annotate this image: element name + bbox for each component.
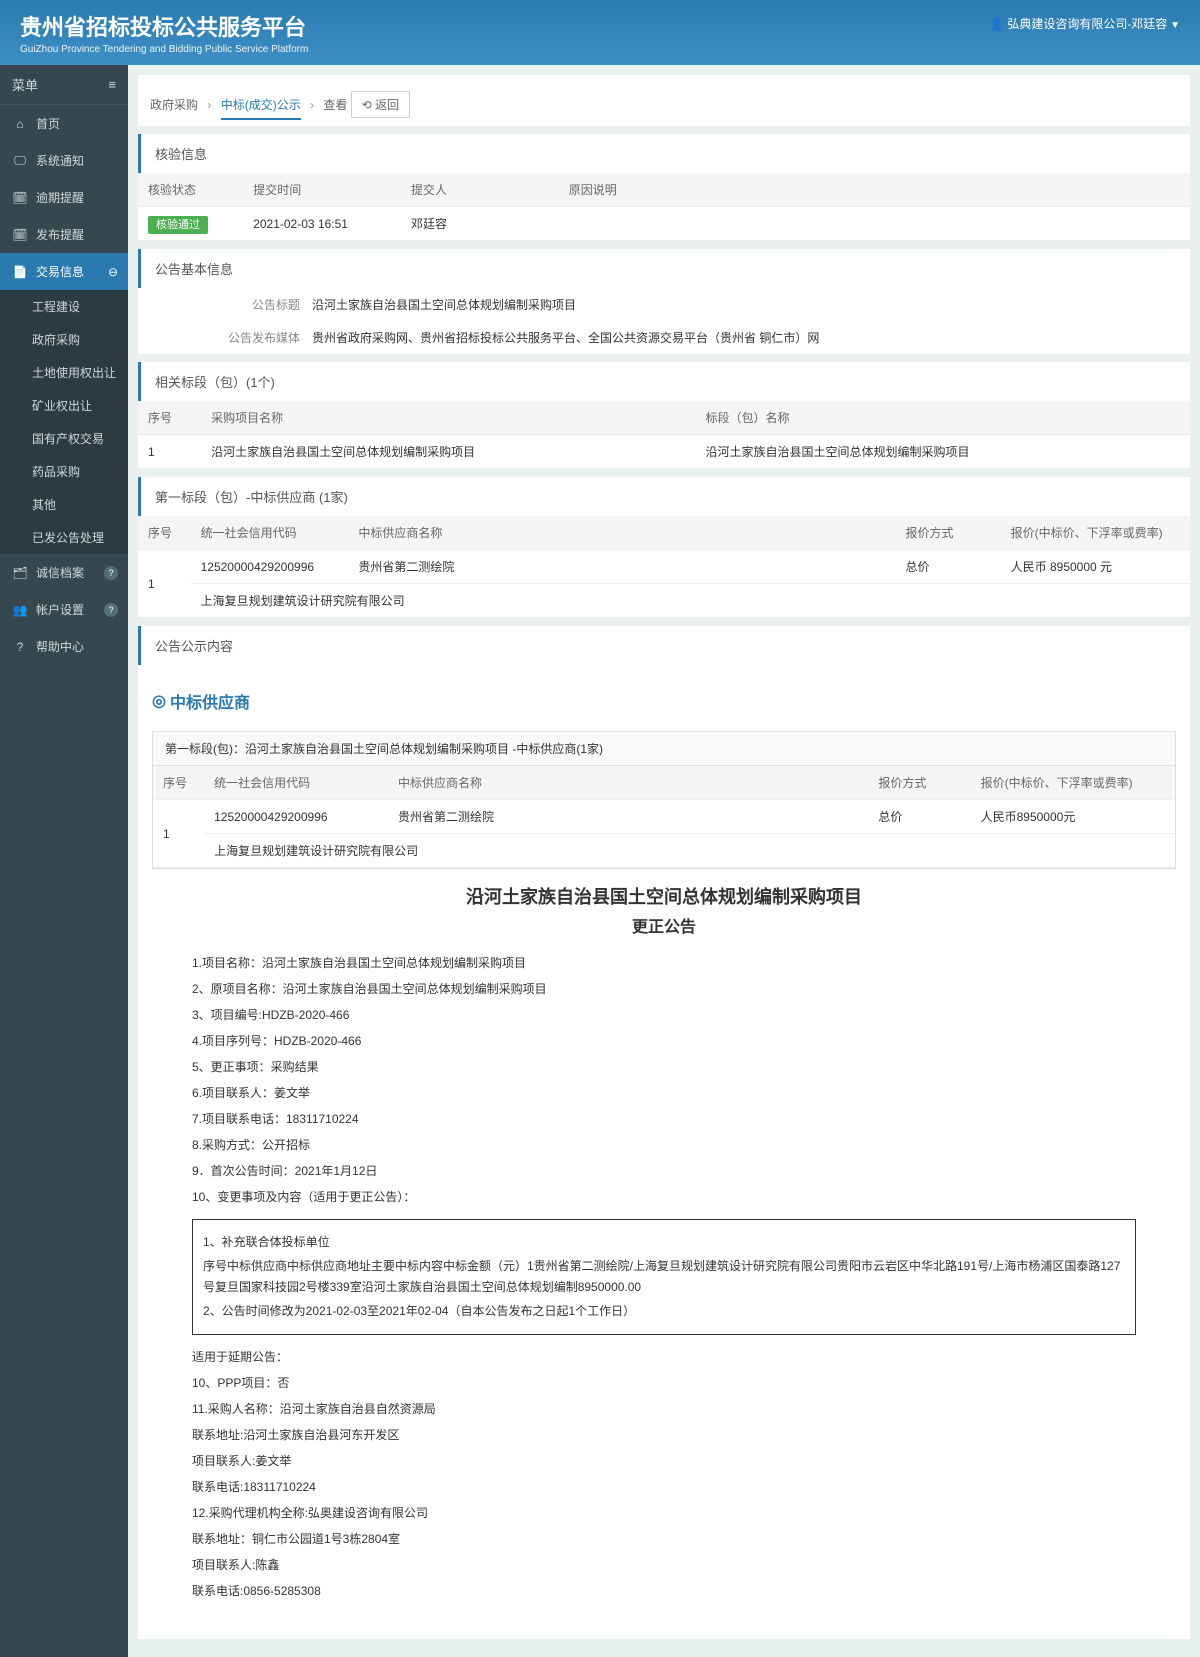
sidebar-item[interactable]: 🗂诚信档案? <box>0 554 128 591</box>
basic-title: 公告基本信息 <box>138 249 1190 288</box>
submenu-item[interactable]: 政府采购 <box>0 323 128 356</box>
menu-icon: 🗂 <box>12 566 28 580</box>
menu-label: 菜单 <box>12 75 38 94</box>
winner-heading: 中标供应商 <box>152 679 1176 723</box>
main-content: 政府采购 › 中标(成交)公示 › 查看 ⟲ 返回 核验信息 核验状态 提交时间… <box>128 65 1200 1657</box>
sidebar-item[interactable]: 🗓逾期提醒 <box>0 179 128 216</box>
sidebar-item[interactable]: 👥帐户设置? <box>0 591 128 628</box>
menu-icon: 🖵 <box>12 153 28 168</box>
submenu-item[interactable]: 工程建设 <box>0 290 128 323</box>
app-subtitle: GuiZhou Province Tendering and Bidding P… <box>20 44 308 55</box>
menu-icon: 👥 <box>12 603 28 617</box>
sidebar-item[interactable]: 🗓发布提醒 <box>0 216 128 253</box>
back-button[interactable]: ⟲ 返回 <box>351 91 410 118</box>
doc-body: 1.项目名称：沿河土家族自治县国土空间总体规划编制采购项目2、原项目名称：沿河土… <box>152 951 1176 1625</box>
crumb-3[interactable]: 查看 <box>323 98 347 112</box>
doc-subtitle: 更正公告 <box>152 913 1176 937</box>
submenu-item[interactable]: 国有产权交易 <box>0 422 128 455</box>
submenu-item[interactable]: 其他 <box>0 488 128 521</box>
submenu-item[interactable]: 已发公告处理 <box>0 521 128 554</box>
user-menu[interactable]: 弘典建设咨询有限公司-邓廷容 <box>989 10 1180 32</box>
status-badge: 核验通过 <box>148 216 208 234</box>
crumb-1[interactable]: 政府采购 <box>150 98 198 112</box>
related-table: 序号 采购项目名称 标段（包）名称 1 沿河土家族自治县国土空间总体规划编制采购… <box>138 401 1190 469</box>
doc-title: 沿河土家族自治县国土空间总体规划编制采购项目 <box>152 883 1176 909</box>
submenu-item[interactable]: 矿业权出让 <box>0 389 128 422</box>
app-title: 贵州省招标投标公共服务平台 <box>20 10 308 42</box>
breadcrumb: 政府采购 › 中标(成交)公示 › 查看 ⟲ 返回 <box>138 75 1190 126</box>
menu-icon: ⌂ <box>12 117 28 131</box>
sidebar-item[interactable]: 📄交易信息⊖ <box>0 253 128 290</box>
sidebar-item[interactable]: 🖵系统通知 <box>0 142 128 179</box>
change-box: 1、补充联合体投标单位 序号中标供应商中标供应商地址主要中标内容中标金额（元）1… <box>192 1219 1136 1335</box>
related-title: 相关标段（包）(1个) <box>138 362 1190 401</box>
menu-icon: ? <box>12 640 28 654</box>
winner1-title: 第一标段（包）-中标供应商 (1家) <box>138 477 1190 516</box>
menu-icon: 🗓 <box>12 228 28 242</box>
verify-table: 核验状态 提交时间 提交人 原因说明 核验通过 2021-02-03 16:51… <box>138 173 1190 241</box>
winner-table-1: 序号 统一社会信用代码 中标供应商名称 报价方式 报价(中标价、下浮率或费率) … <box>138 516 1190 618</box>
sidebar-item[interactable]: ⌂首页 <box>0 105 128 142</box>
hamburger-icon[interactable]: ≡ <box>108 77 116 92</box>
help-badge: ? <box>104 603 118 617</box>
winner-table-2: 序号 统一社会信用代码 中标供应商名称 报价方式 报价(中标价、下浮率或费率) … <box>153 766 1175 868</box>
sidebar: 菜单 ≡ ⌂首页🖵系统通知🗓逾期提醒🗓发布提醒📄交易信息⊖ 工程建设政府采购土地… <box>0 65 128 1657</box>
submenu-item[interactable]: 药品采购 <box>0 455 128 488</box>
help-badge: ? <box>104 566 118 580</box>
sidebar-item[interactable]: ?帮助中心 <box>0 628 128 665</box>
submenu-item[interactable]: 土地使用权出让 <box>0 356 128 389</box>
content-title: 公告公示内容 <box>138 626 1190 665</box>
menu-icon: 🗓 <box>12 191 28 205</box>
app-header: 贵州省招标投标公共服务平台 GuiZhou Province Tendering… <box>0 0 1200 65</box>
verify-title: 核验信息 <box>138 134 1190 173</box>
crumb-2[interactable]: 中标(成交)公示 <box>221 98 301 120</box>
menu-icon: 📄 <box>12 265 28 279</box>
chevron-down-icon: ⊖ <box>108 265 118 279</box>
